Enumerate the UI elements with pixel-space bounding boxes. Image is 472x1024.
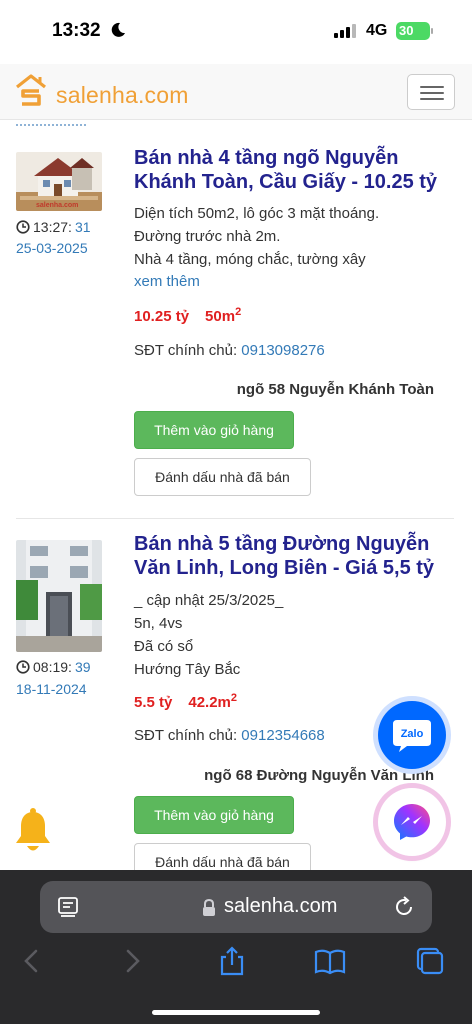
area: 50m2 [205, 306, 242, 325]
time-seconds: 31 [74, 219, 91, 235]
tabs-icon[interactable] [414, 945, 446, 977]
status-time: 13:32 [52, 20, 101, 41]
phone-label: SĐT chính chủ: [134, 727, 238, 744]
price: 10.25 tỷ [134, 308, 190, 325]
mark-sold-button[interactable]: Đánh dấu nhà đã bán [134, 458, 311, 496]
posted-time: 08:19: 39 [16, 659, 91, 675]
time-hm: 13:27: [33, 219, 72, 235]
add-to-cart-button[interactable]: Thêm vào giỏ hàng [134, 796, 294, 834]
messenger-icon [394, 804, 430, 840]
listing-divider [16, 518, 454, 519]
moon-icon [111, 22, 125, 37]
phone-link[interactable]: 0912354668 [241, 727, 324, 744]
desc-line: Đã có sổ [134, 638, 194, 655]
home-indicator [152, 1010, 320, 1015]
site-logo[interactable]: salenha.com [56, 82, 189, 109]
status-bar: 13:32 4G 30 [0, 0, 472, 64]
battery-icon: 30 [396, 22, 433, 40]
reload-icon[interactable] [392, 895, 416, 919]
zalo-chat-button[interactable]: Zalo [378, 701, 446, 769]
listing-description: _ cập nhật 25/3/2025_ 5n, 4vs Đã có sổ H… [134, 589, 454, 681]
forward-icon[interactable] [116, 945, 148, 977]
desc-line: 5n, 4vs [134, 615, 183, 632]
logo-house-icon[interactable] [14, 73, 48, 109]
area-unit-sup: 2 [235, 306, 242, 318]
owner-phone: SĐT chính chủ: 0912354668 [134, 727, 325, 744]
thumb-caption: salenha.com [36, 202, 79, 209]
area-value: 50m [205, 308, 236, 325]
desc-line: Nhà 4 tầng, móng chắc, tường xây [134, 251, 366, 268]
see-more-link[interactable]: xem thêm [134, 273, 200, 290]
listing-title[interactable]: Bán nhà 5 tầng Đường Nguyễn Văn Linh, Lo… [134, 532, 454, 580]
area-unit-sup: 2 [230, 692, 238, 704]
signal-icon [334, 24, 356, 38]
listing-thumbnail[interactable] [16, 540, 102, 652]
time-seconds: 39 [74, 659, 91, 675]
house-photo-icon [16, 540, 102, 652]
price-area: 5.5 tỷ 42.2m2 [134, 692, 237, 711]
posted-time: 13:27: 31 [16, 219, 91, 235]
bookmarks-icon[interactable] [314, 945, 346, 977]
posted-date: 18-11-2024 [16, 681, 87, 697]
listing-address: ngõ 58 Nguyễn Khánh Toàn [236, 381, 434, 398]
url-text: salenha.com [224, 895, 338, 917]
browser-bottom-bar: salenha.com [0, 870, 472, 1024]
phone-label: SĐT chính chủ: [134, 342, 238, 359]
listing-address: ngõ 68 Đường Nguyễn Văn Linh [204, 767, 434, 784]
clock-icon [16, 660, 30, 674]
network-type: 4G [366, 22, 388, 39]
zalo-icon: Zalo [393, 720, 431, 752]
desc-line: _ cập nhật 25/3/2025_ [134, 592, 284, 609]
zalo-label: Zalo [401, 728, 424, 740]
time-hm: 08:19: [33, 659, 72, 675]
address-bar[interactable]: salenha.com [40, 881, 432, 933]
area-value: 42.2m [188, 694, 231, 711]
page-menu-icon[interactable] [56, 895, 80, 919]
back-icon[interactable] [16, 945, 48, 977]
clock-icon [16, 220, 30, 234]
desc-line: Diện tích 50m2, lô góc 3 mặt thoáng. [134, 205, 380, 222]
price: 5.5 tỷ [134, 694, 173, 711]
listing-thumbnail[interactable]: salenha.com [16, 152, 102, 211]
lock-icon [203, 899, 215, 916]
cut-off-text [16, 120, 86, 126]
share-icon[interactable] [216, 945, 248, 977]
owner-phone: SĐT chính chủ: 0913098276 [134, 342, 325, 359]
desc-line: Đường trước nhà 2m. [134, 228, 281, 245]
menu-button[interactable] [407, 74, 455, 110]
site-navbar: salenha.com [0, 64, 472, 120]
listing-title[interactable]: Bán nhà 4 tầng ngõ Nguyễn Khánh Toàn, Cầ… [134, 146, 454, 194]
posted-date: 25-03-2025 [16, 240, 88, 256]
bell-icon[interactable] [12, 808, 54, 856]
area: 42.2m2 [188, 692, 238, 711]
phone-link[interactable]: 0913098276 [241, 342, 324, 359]
battery-level: 30 [399, 23, 414, 38]
price-area: 10.25 tỷ 50m2 [134, 306, 241, 325]
add-to-cart-button[interactable]: Thêm vào giỏ hàng [134, 411, 294, 449]
messenger-chat-button[interactable] [378, 788, 446, 856]
listing-description: Diện tích 50m2, lô góc 3 mặt thoáng. Đườ… [134, 202, 454, 271]
desc-line: Hướng Tây Bắc [134, 661, 241, 678]
